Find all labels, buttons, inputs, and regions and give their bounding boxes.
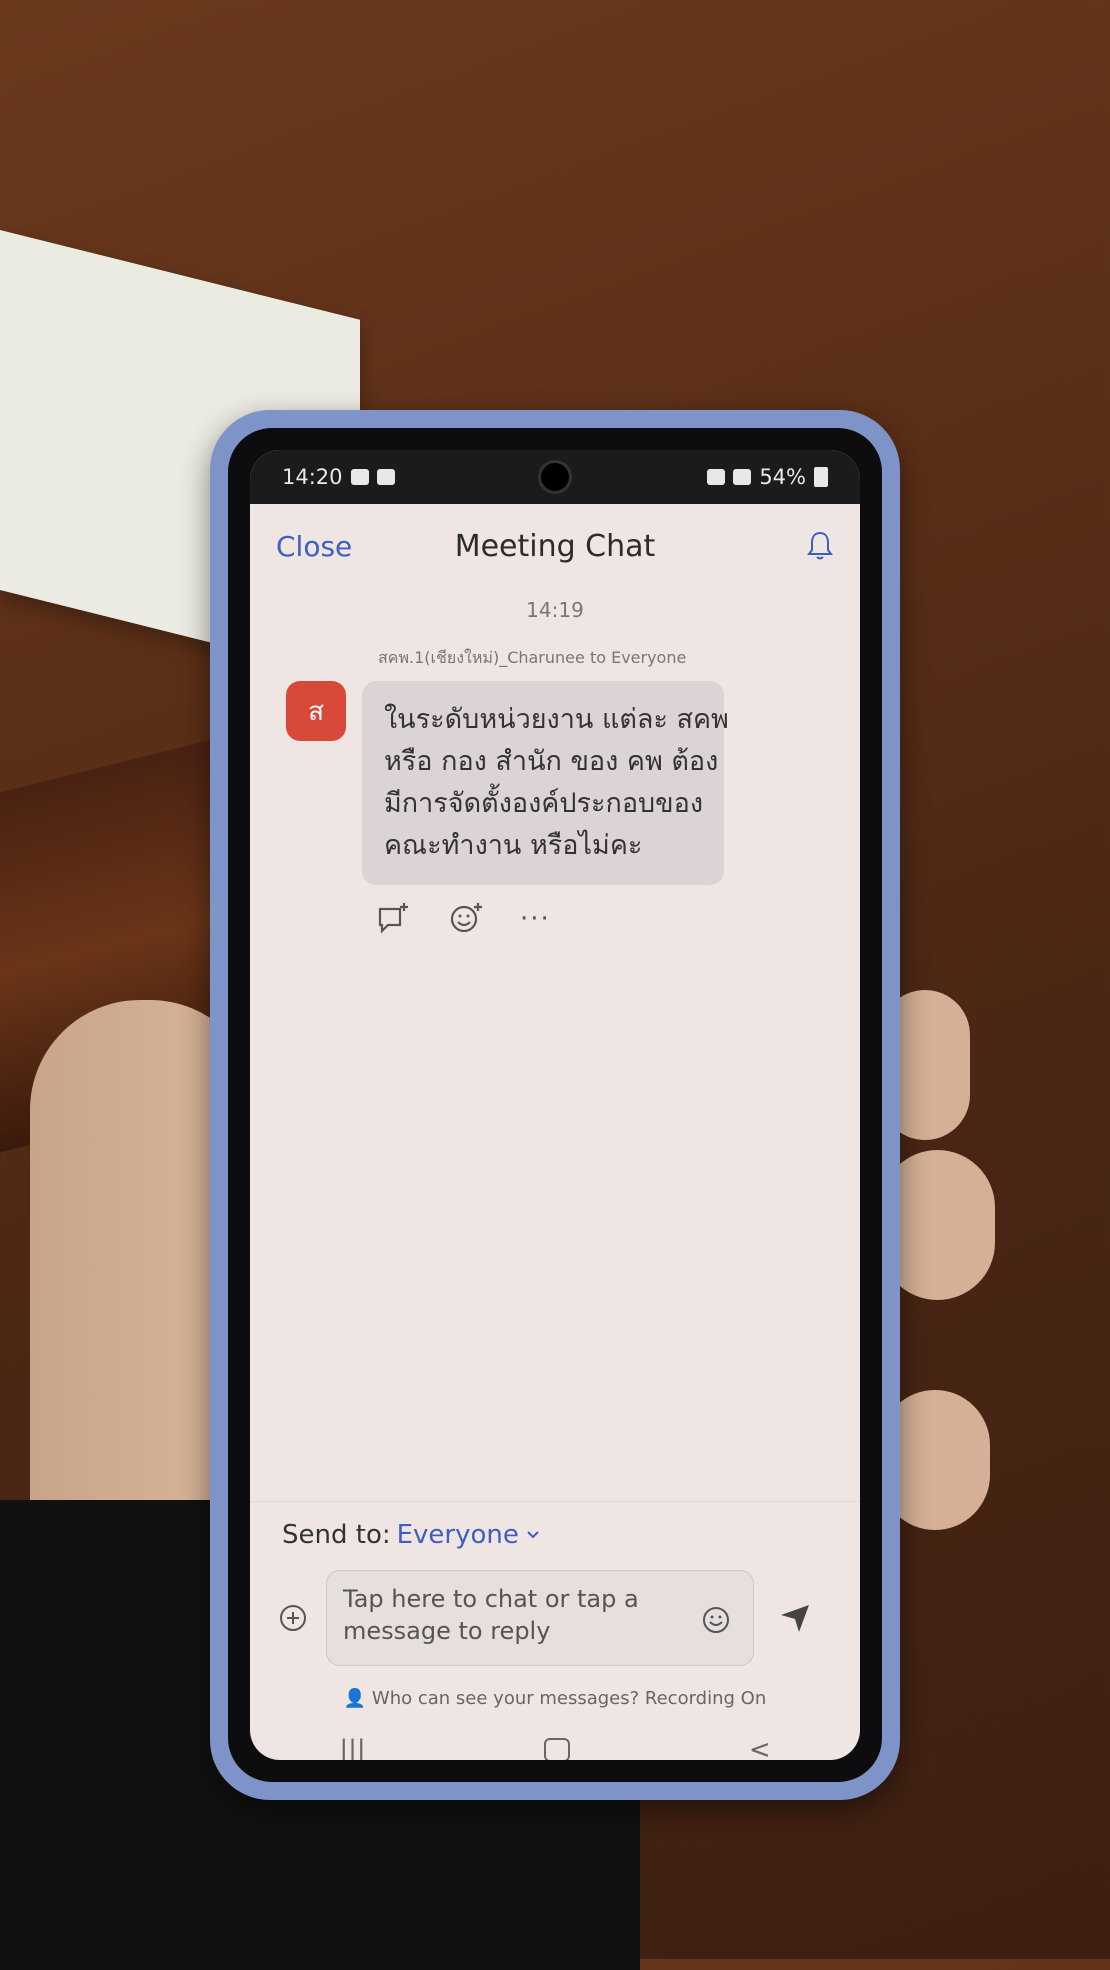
gallery-icon [350,469,369,485]
message-actions: ··· [376,901,860,937]
composer-area: Send to: Everyone Tap here to chat or ta… [250,1501,860,1760]
phone-bezel: 14:20 54% Close Meeting Chat 14:19 สคพ.1… [228,428,882,1782]
recipient-selector[interactable]: Everyone [397,1520,519,1550]
front-camera [538,460,572,494]
close-button[interactable]: Close [276,530,352,563]
recents-button[interactable]: ||| [339,1735,365,1760]
input-row: Tap here to chat or tap a message to rep… [250,1570,860,1666]
signal-icon [733,469,752,485]
avatar: ส [286,681,346,741]
more-options-button[interactable]: ··· [520,904,551,934]
add-reaction-icon[interactable] [448,901,484,937]
send-icon[interactable] [778,1601,812,1635]
message-timestamp: 14:19 [526,598,584,622]
reply-in-thread-icon[interactable] [376,901,412,937]
send-to-row: Send to: Everyone [282,1520,860,1550]
privacy-note-text: Who can see your messages? Recording On [371,1688,767,1709]
chat-input[interactable]: Tap here to chat or tap a message to rep… [326,1570,754,1666]
privacy-note[interactable]: 👤 Who can see your messages? Recording O… [250,1688,860,1709]
battery-icon [814,467,828,487]
message-line: คณะทำงาน หรือไม่คะ [384,830,643,861]
home-button[interactable] [544,1738,571,1760]
phone-screen: 14:20 54% Close Meeting Chat 14:19 สคพ.1… [250,450,860,1760]
android-nav-bar: ||| < [250,1735,860,1760]
send-to-label: Send to: [282,1520,391,1550]
battery-level: 54% [759,465,806,489]
participants-icon: 👤 [343,1688,367,1709]
bell-icon[interactable] [806,530,834,562]
message-line: ในระดับหน่วยงาน แต่ละ สคพ [384,704,729,735]
alarm-icon [707,469,726,485]
phone: 14:20 54% Close Meeting Chat 14:19 สคพ.1… [210,410,900,1800]
message-sender: สคพ.1(เชียงใหม่)_Charunee to Everyone [378,648,687,667]
input-placeholder-line: message to reply [343,1617,551,1645]
emoji-icon[interactable] [701,1605,731,1635]
status-bar: 14:20 54% [250,450,860,504]
input-placeholder-line: Tap here to chat or tap a [343,1585,639,1613]
message-line: หรือ กอง สำนัก ของ คพ ต้อง [384,746,719,777]
status-left: 14:20 [282,465,395,489]
message-line: มีการจัดตั้งองค์ประกอบของ [384,788,704,819]
add-attachment-icon[interactable] [278,1603,308,1633]
message-item[interactable]: ส ในระดับหน่วยงาน แต่ละ สคพ หรือ กอง สำน… [250,681,860,885]
status-right: 54% [707,465,828,489]
back-button[interactable]: < [749,1735,771,1760]
bag-icon [376,469,395,485]
status-time: 14:20 [282,465,343,489]
message-bubble[interactable]: ในระดับหน่วยงาน แต่ละ สคพ หรือ กอง สำนัก… [362,681,729,885]
chat-header: Close Meeting Chat [250,504,860,588]
chevron-down-icon[interactable] [525,1527,541,1543]
